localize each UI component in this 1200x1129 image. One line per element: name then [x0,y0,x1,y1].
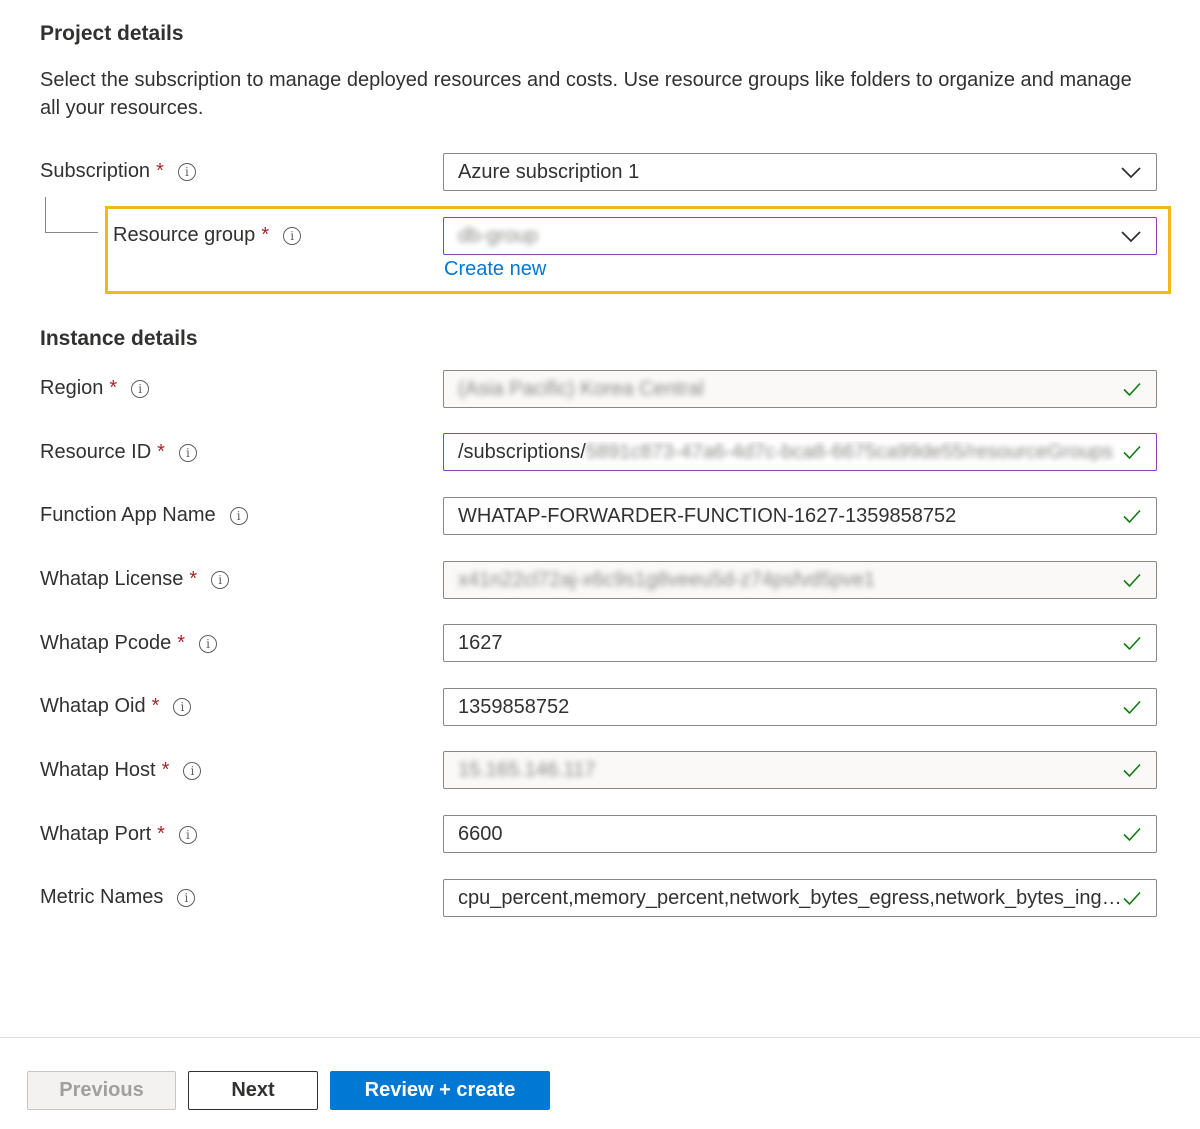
region-label: Region [40,377,104,399]
info-icon[interactable]: i [177,162,196,181]
whatap-port-value: 6600 [458,822,503,845]
instance-details-title: Instance details [40,327,198,350]
info-icon[interactable]: i [283,226,302,245]
resource-id-label: Resource ID [40,441,152,463]
resource-group-label-row: Resource group * i [113,224,302,247]
whatap-host-input[interactable]: 15.165.146.117 [443,751,1157,789]
metric-names-input[interactable]: cpu_percent,memory_percent,network_bytes… [443,879,1157,917]
required-marker: * [109,377,118,399]
resource-id-hidden: 5891c873-47a6-4d7c-bca8-6675ca99de55/res… [585,440,1113,463]
whatap-oid-label: Whatap Oid [40,695,146,717]
checkmark-icon [1123,573,1141,588]
info-icon[interactable]: i [173,697,192,716]
whatap-oid-value: 1359858752 [458,695,570,718]
required-marker: * [156,160,164,182]
whatap-license-value: x41n22cl72aj-x6c9s1g8veeu5d-z74psfvd5pve… [458,568,875,591]
subscription-dropdown[interactable]: Azure subscription 1 [443,153,1157,191]
checkmark-icon [1123,445,1141,460]
checkmark-icon [1123,891,1141,906]
chevron-down-icon [1121,231,1141,243]
checkmark-icon [1123,700,1141,715]
region-label-row: Region * i [40,377,150,400]
whatap-port-label: Whatap Port [40,823,152,845]
info-icon[interactable]: i [178,443,197,462]
required-marker: * [157,441,165,463]
chevron-down-icon [1121,167,1141,179]
function-app-name-input[interactable]: WHATAP-FORWARDER-FUNCTION-1627-135985875… [443,497,1157,535]
whatap-host-value: 15.165.146.117 [458,758,596,781]
create-new-link[interactable]: Create new [444,258,546,281]
whatap-pcode-input[interactable]: 1627 [443,624,1157,662]
metric-names-value: cpu_percent,memory_percent,network_bytes… [458,886,1122,909]
whatap-oid-input[interactable]: 1359858752 [443,688,1157,726]
next-button[interactable]: Next [188,1071,318,1110]
checkmark-icon [1123,827,1141,842]
info-icon[interactable]: i [177,888,196,907]
subscription-label: Subscription [40,160,151,182]
whatap-port-label-row: Whatap Port * i [40,823,197,846]
function-app-name-label-row: Function App Name i [40,504,248,527]
required-marker: * [161,759,170,781]
required-marker: * [177,632,185,654]
resource-group-dropdown[interactable]: db-group [443,217,1157,255]
tree-connector [45,197,98,233]
function-app-name-value: WHATAP-FORWARDER-FUNCTION-1627-135985875… [458,504,957,527]
resource-id-label-row: Resource ID * i [40,441,197,464]
whatap-host-label: Whatap Host [40,759,156,781]
resource-group-label: Resource group [113,224,256,246]
resource-id-value: /subscriptions/5891c873-47a6-4d7c-bca8-6… [458,441,1122,464]
info-icon[interactable]: i [229,506,248,525]
region-value: (Asia Pacific) Korea Central [458,377,704,400]
whatap-host-label-row: Whatap Host * i [40,759,202,782]
checkmark-icon [1123,509,1141,524]
resource-id-input[interactable]: /subscriptions/5891c873-47a6-4d7c-bca8-6… [443,433,1157,471]
info-icon[interactable]: i [211,570,230,589]
metric-names-label-row: Metric Names i [40,886,196,909]
review-create-button[interactable]: Review + create [330,1071,550,1110]
info-icon[interactable]: i [131,379,150,398]
subscription-label-row: Subscription * i [40,160,196,183]
whatap-pcode-label: Whatap Pcode [40,632,172,654]
required-marker: * [261,224,270,246]
info-icon[interactable]: i [178,825,197,844]
checkmark-icon [1123,763,1141,778]
required-marker: * [189,568,198,590]
footer-divider [0,1037,1200,1038]
whatap-license-label: Whatap License [40,568,184,590]
resource-id-prefix: /subscriptions/ [458,440,586,463]
info-icon[interactable]: i [199,634,217,653]
whatap-pcode-label-row: Whatap Pcode * i [40,632,217,655]
whatap-license-label-row: Whatap License * i [40,568,230,591]
info-icon[interactable]: i [183,761,202,780]
project-details-description: Select the subscription to manage deploy… [40,69,1132,119]
previous-button[interactable]: Previous [27,1071,176,1110]
region-field[interactable]: (Asia Pacific) Korea Central [443,370,1157,408]
whatap-port-input[interactable]: 6600 [443,815,1157,853]
whatap-pcode-value: 1627 [458,631,503,654]
resource-group-value: db-group [458,224,539,247]
checkmark-icon [1123,382,1141,397]
whatap-oid-label-row: Whatap Oid * i [40,695,192,718]
subscription-value: Azure subscription 1 [458,160,640,183]
required-marker: * [151,695,160,717]
project-details-title: Project details [40,22,184,45]
checkmark-icon [1123,636,1141,651]
function-app-name-label: Function App Name [40,504,216,526]
whatap-license-input[interactable]: x41n22cl72aj-x6c9s1g8veeu5d-z74psfvd5pve… [443,561,1157,599]
metric-names-label: Metric Names [40,886,164,908]
required-marker: * [157,823,165,845]
